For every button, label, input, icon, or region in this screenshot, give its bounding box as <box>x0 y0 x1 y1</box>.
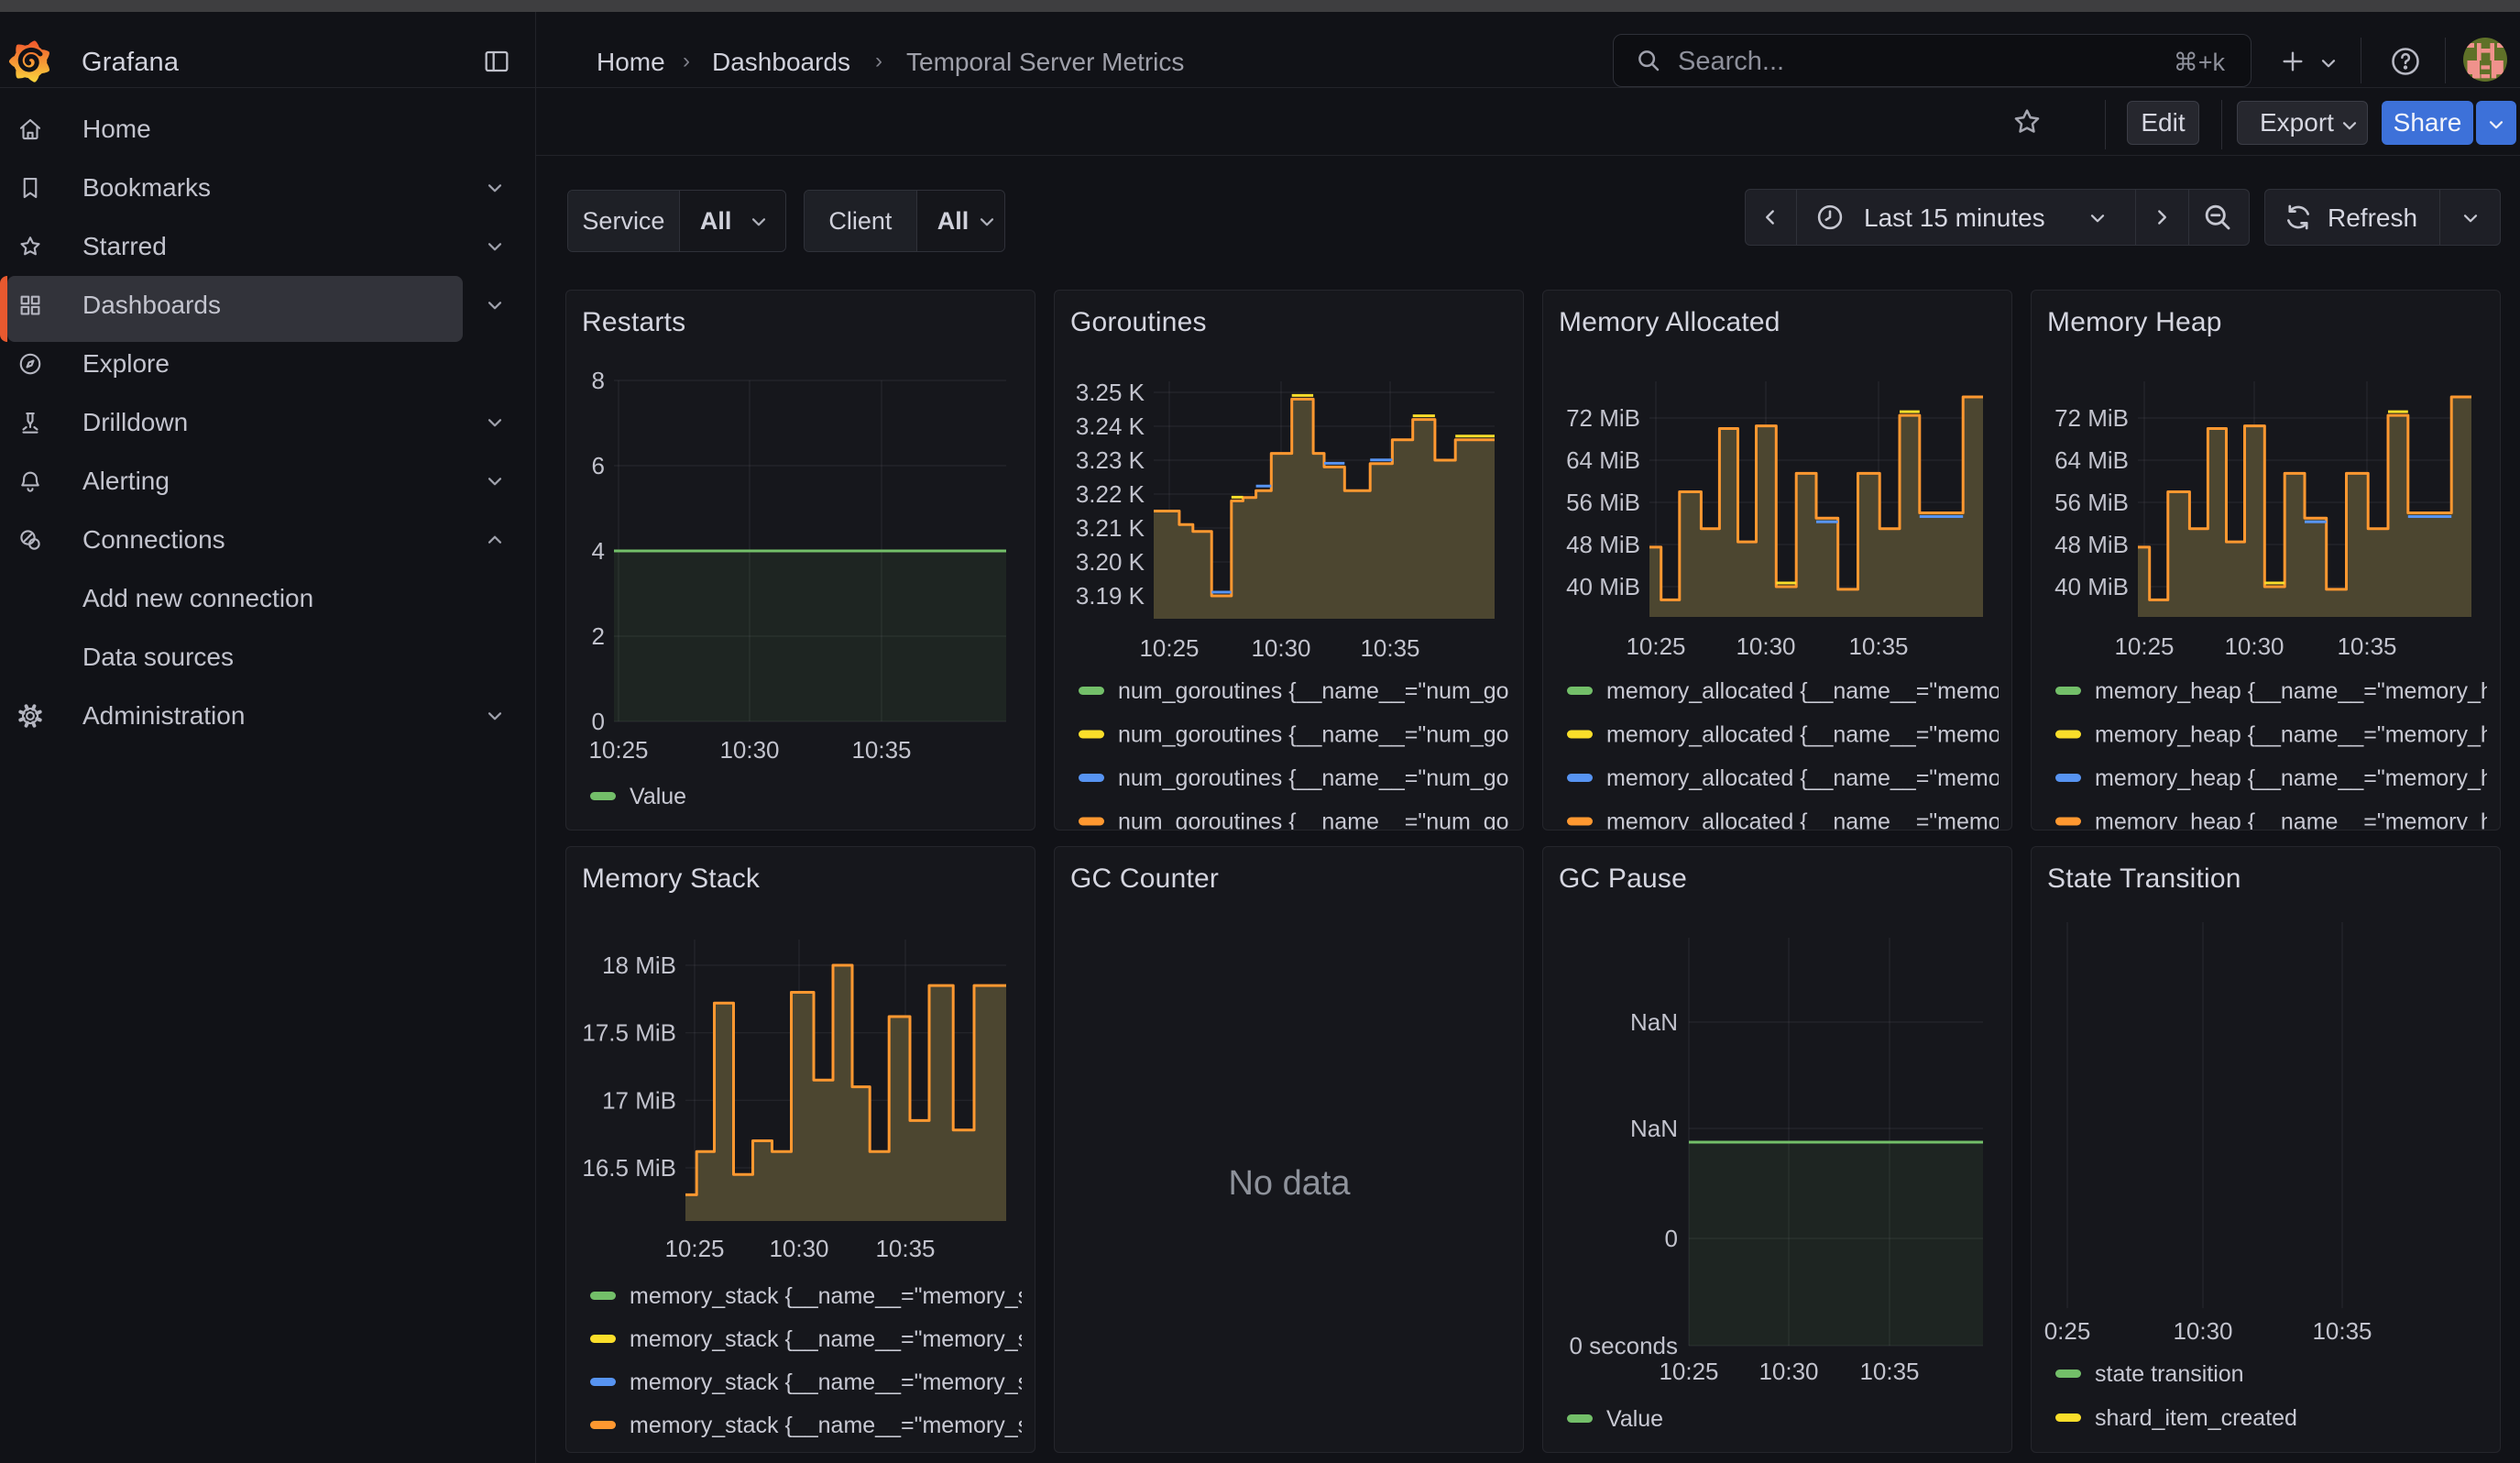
svg-text:10:30: 10:30 <box>1759 1358 1818 1385</box>
svg-text:0: 0 <box>592 708 605 735</box>
svg-text:0:25: 0:25 <box>2044 1317 2091 1345</box>
svg-text:No data: No data <box>1228 1164 1351 1203</box>
svg-text:10:30: 10:30 <box>2173 1317 2232 1345</box>
svg-text:num_goroutines {__name__="num_: num_goroutines {__name__="num_goroutines… <box>1118 678 1524 704</box>
svg-text:6: 6 <box>592 452 605 479</box>
svg-text:num_goroutines {__name__="num_: num_goroutines {__name__="num_goroutines… <box>1118 722 1524 748</box>
svg-text:memory_heap {__name__="memory_: memory_heap {__name__="memory_heap", ins… <box>2095 809 2501 831</box>
svg-text:Value: Value <box>630 784 686 809</box>
svg-text:10:25: 10:25 <box>2114 632 2174 660</box>
svg-text:memory_allocated {__name__="me: memory_allocated {__name__="memory_alloc… <box>1606 809 2012 831</box>
svg-text:Value: Value <box>1606 1406 1663 1432</box>
svg-text:72 MiB: 72 MiB <box>2054 404 2129 432</box>
svg-text:56 MiB: 56 MiB <box>1566 489 1640 516</box>
svg-text:64 MiB: 64 MiB <box>2054 446 2129 474</box>
svg-text:3.19 K: 3.19 K <box>1076 582 1145 610</box>
svg-text:3.21 K: 3.21 K <box>1076 514 1145 542</box>
svg-text:0 seconds: 0 seconds <box>1569 1332 1678 1359</box>
svg-text:NaN: NaN <box>1630 1008 1678 1036</box>
svg-text:memory_stack {__name__="memory: memory_stack {__name__="memory_stack", i <box>630 1326 1035 1352</box>
svg-text:3.20 K: 3.20 K <box>1076 548 1145 576</box>
svg-text:2: 2 <box>592 622 605 650</box>
svg-text:40 MiB: 40 MiB <box>2054 573 2129 600</box>
svg-text:64 MiB: 64 MiB <box>1566 446 1640 474</box>
svg-text:18 MiB: 18 MiB <box>602 952 676 979</box>
svg-text:40 MiB: 40 MiB <box>1566 573 1640 600</box>
svg-text:10:30: 10:30 <box>2224 632 2284 660</box>
svg-text:memory_heap {__name__="memory_: memory_heap {__name__="memory_heap", ins… <box>2095 678 2501 704</box>
svg-text:10:25: 10:25 <box>1626 632 1685 660</box>
svg-text:10:30: 10:30 <box>1736 632 1795 660</box>
svg-text:3.24 K: 3.24 K <box>1076 412 1145 440</box>
svg-text:0: 0 <box>1665 1225 1678 1252</box>
svg-text:72 MiB: 72 MiB <box>1566 404 1640 432</box>
svg-text:56 MiB: 56 MiB <box>2054 489 2129 516</box>
svg-text:3.22 K: 3.22 K <box>1076 480 1145 508</box>
svg-text:10:25: 10:25 <box>664 1235 724 1262</box>
svg-text:10:35: 10:35 <box>851 736 911 764</box>
svg-text:10:35: 10:35 <box>2337 632 2396 660</box>
svg-text:10:30: 10:30 <box>719 736 779 764</box>
svg-text:48 MiB: 48 MiB <box>2054 531 2129 558</box>
svg-text:NaN: NaN <box>1630 1115 1678 1142</box>
svg-text:10:35: 10:35 <box>1859 1358 1919 1385</box>
svg-text:4: 4 <box>592 537 605 565</box>
svg-text:10:35: 10:35 <box>1848 632 1908 660</box>
svg-text:17 MiB: 17 MiB <box>602 1086 676 1114</box>
svg-text:8: 8 <box>592 367 605 394</box>
svg-text:memory_allocated {__name__="me: memory_allocated {__name__="memory_alloc… <box>1606 722 2012 748</box>
svg-text:memory_stack {__name__="memory: memory_stack {__name__="memory_stack", i <box>630 1283 1035 1309</box>
svg-text:10:35: 10:35 <box>2312 1317 2372 1345</box>
svg-text:memory_stack {__name__="memory: memory_stack {__name__="memory_stack", i <box>630 1370 1035 1395</box>
svg-text:10:25: 10:25 <box>588 736 648 764</box>
svg-text:10:35: 10:35 <box>875 1235 935 1262</box>
svg-text:10:25: 10:25 <box>1659 1358 1718 1385</box>
svg-text:memory_allocated {__name__="me: memory_allocated {__name__="memory_alloc… <box>1606 765 2012 791</box>
svg-text:48 MiB: 48 MiB <box>1566 531 1640 558</box>
svg-text:16.5 MiB: 16.5 MiB <box>582 1154 676 1182</box>
svg-text:state transition: state transition <box>2095 1361 2244 1387</box>
svg-text:memory_allocated {__name__="me: memory_allocated {__name__="memory_alloc… <box>1606 678 2012 704</box>
svg-text:17.5 MiB: 17.5 MiB <box>582 1019 676 1047</box>
svg-text:3.23 K: 3.23 K <box>1076 446 1145 474</box>
svg-text:3.25 K: 3.25 K <box>1076 379 1145 406</box>
svg-text:shard_item_created: shard_item_created <box>2095 1405 2297 1431</box>
svg-text:num_goroutines {__name__="num_: num_goroutines {__name__="num_goroutines… <box>1118 809 1524 831</box>
svg-text:memory_stack {__name__="memory: memory_stack {__name__="memory_stack", i <box>630 1413 1035 1438</box>
svg-text:memory_heap {__name__="memory_: memory_heap {__name__="memory_heap", ins… <box>2095 765 2501 791</box>
svg-text:10:25: 10:25 <box>1139 634 1199 662</box>
svg-text:num_goroutines {__name__="num_: num_goroutines {__name__="num_goroutines… <box>1118 765 1524 791</box>
svg-text:10:30: 10:30 <box>769 1235 828 1262</box>
svg-text:memory_heap {__name__="memory_: memory_heap {__name__="memory_heap", ins… <box>2095 722 2501 748</box>
svg-text:10:30: 10:30 <box>1251 634 1310 662</box>
svg-text:10:35: 10:35 <box>1360 634 1419 662</box>
